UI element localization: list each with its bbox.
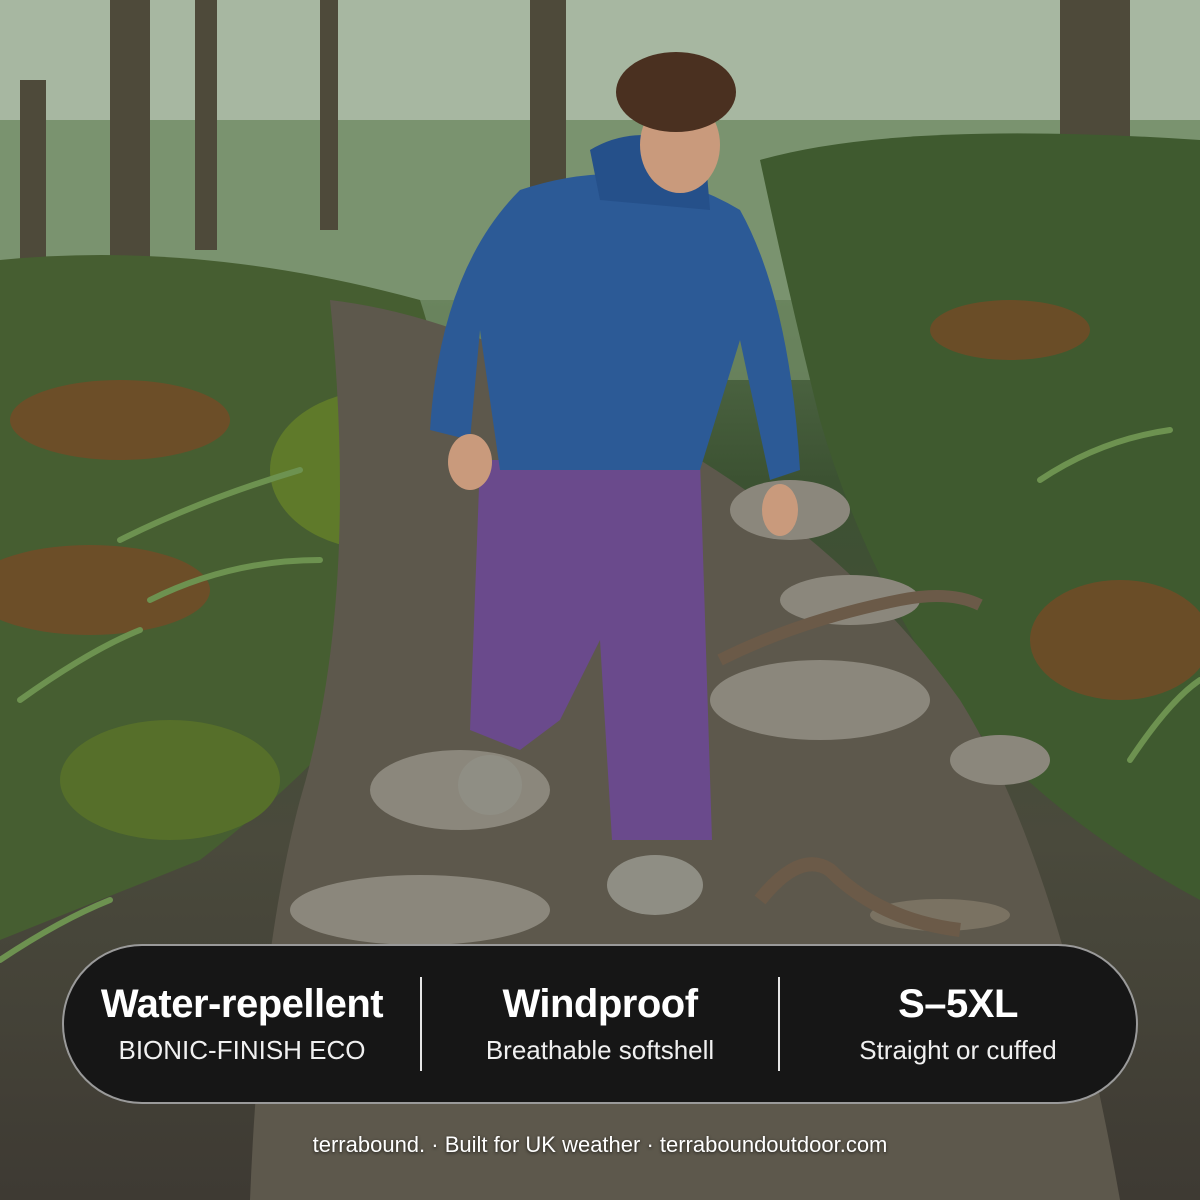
left-hand	[448, 434, 492, 490]
feature-windproof: Windproof Breathable softshell	[422, 981, 778, 1067]
left-boot	[458, 755, 522, 815]
footer-tagline: terrabound. · Built for UK weather · ter…	[312, 1132, 888, 1157]
feature-title: Water-repellent	[100, 982, 384, 1026]
feature-water-repellent: Water-repellent BIONIC-FINISH ECO	[64, 981, 420, 1067]
mossy-rock-left	[60, 720, 280, 840]
feature-title: Windproof	[502, 982, 698, 1026]
feature-subtitle: Breathable softshell	[485, 1035, 715, 1065]
right-hand	[762, 484, 798, 536]
feature-subtitle: BIONIC-FINISH ECO	[118, 1035, 366, 1065]
right-boot	[607, 855, 703, 915]
hiker-hair	[616, 52, 736, 132]
feature-subtitle: Straight or cuffed	[859, 1035, 1057, 1065]
feature-title: S–5XL	[898, 982, 1018, 1026]
photo-scene: Water-repellent BIONIC-FINISH ECO Windpr…	[0, 0, 1200, 1200]
feature-bar: Water-repellent BIONIC-FINISH ECO Windpr…	[62, 944, 1138, 1104]
feature-sizes: S–5XL Straight or cuffed	[780, 981, 1136, 1067]
